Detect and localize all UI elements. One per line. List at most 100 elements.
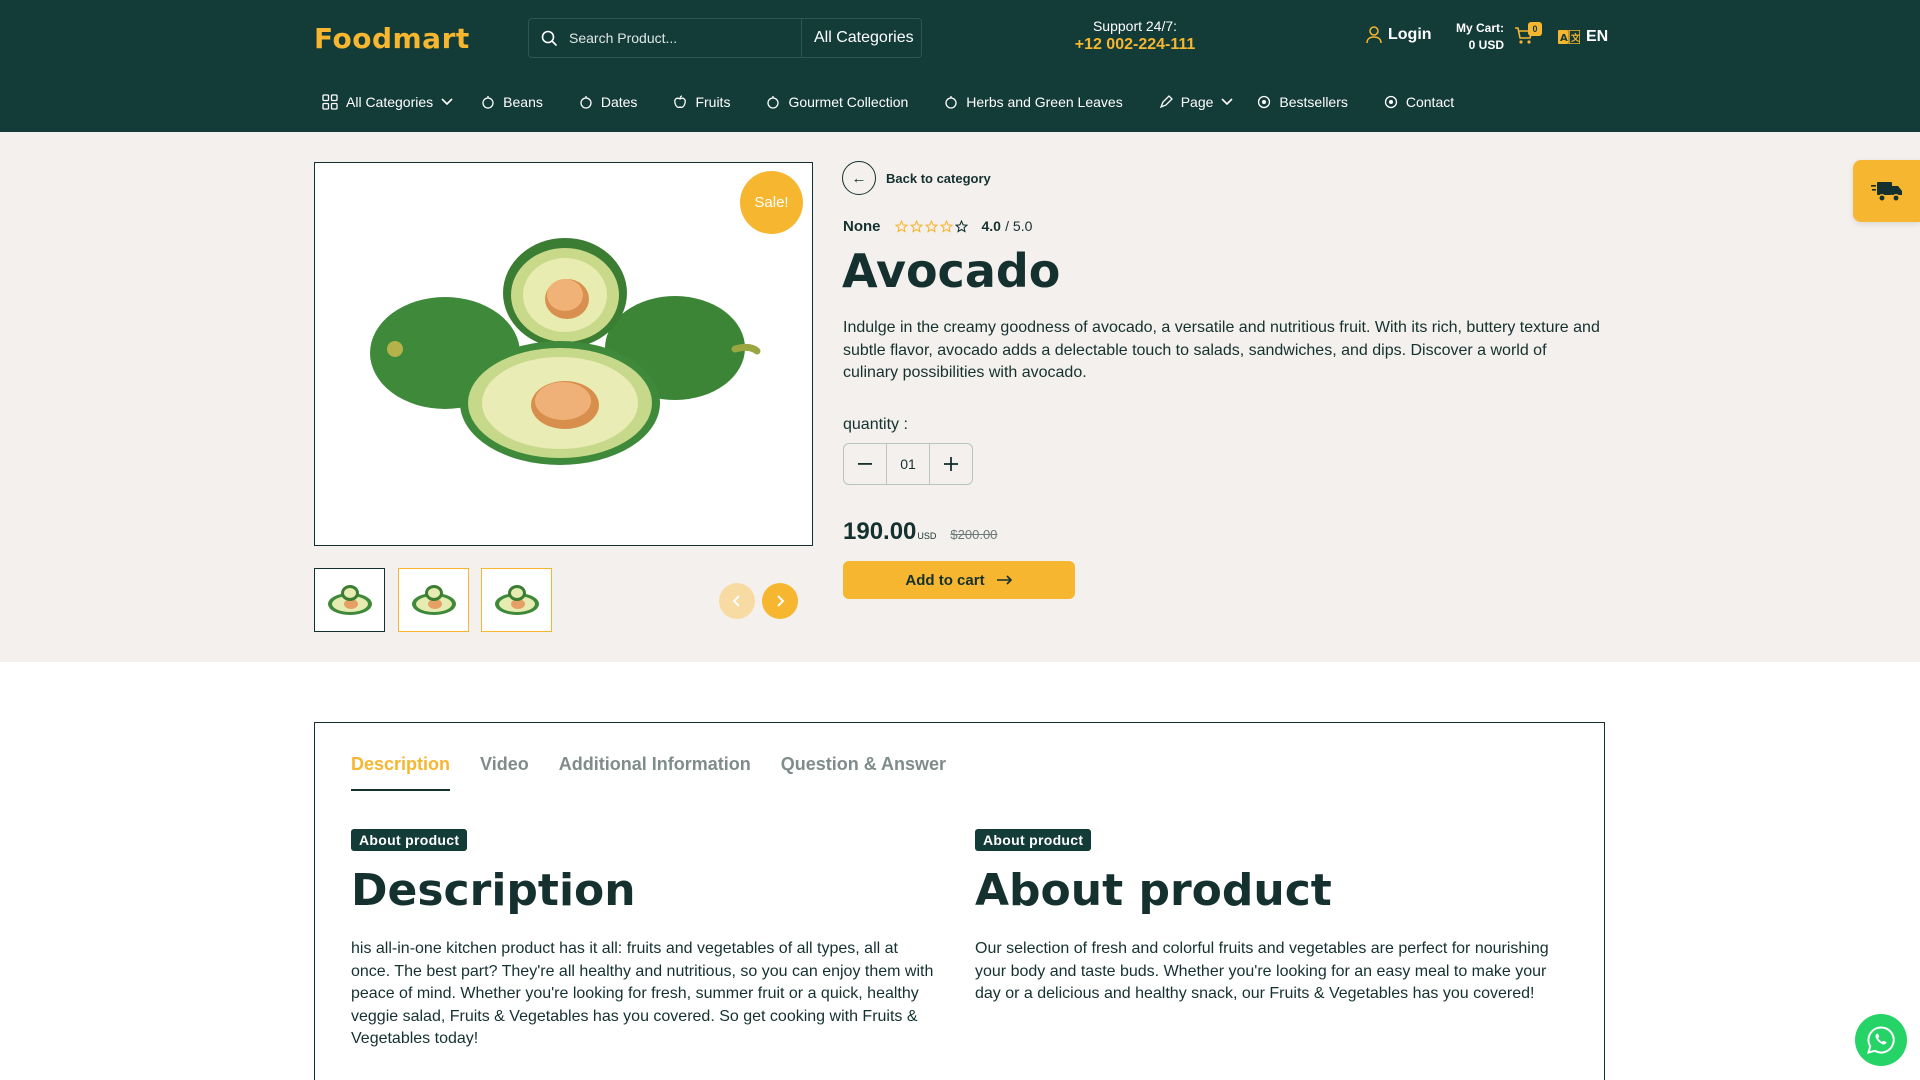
search-icon[interactable] [529, 30, 569, 46]
product-description: Indulge in the creamy goodness of avocad… [843, 319, 1600, 381]
whatsapp-button[interactable] [1855, 1014, 1907, 1066]
whatsapp-icon [1867, 1026, 1895, 1054]
sale-badge: Sale! [740, 171, 803, 234]
food-icon [767, 96, 780, 109]
quantity-decrease-button[interactable] [844, 444, 886, 484]
rating-score: 4.0 / 5.0 [982, 218, 1033, 235]
chevron-down-icon [441, 98, 453, 106]
nav-item-label: Herbs and Green Leaves [966, 94, 1123, 110]
star-icon [954, 220, 968, 233]
chevron-left-icon [732, 595, 740, 607]
about-product-pill: About product [351, 829, 468, 851]
nav-item-label: Fruits [695, 94, 731, 110]
quantity-stepper: 01 [843, 443, 973, 485]
tab-additional-information[interactable]: Additional Information [559, 754, 751, 791]
about-title: About product [975, 865, 1332, 916]
thumbnail-next-button[interactable] [762, 583, 798, 619]
about-column: About product About product Our selectio… [975, 829, 1565, 1006]
apple-icon [674, 95, 687, 109]
product-title: Avocado [842, 244, 1061, 298]
chevron-right-icon [777, 595, 785, 607]
product-thumbnail[interactable] [398, 568, 469, 632]
nav-item-gourmet-collection[interactable]: Gourmet Collection [766, 94, 908, 110]
product-thumbnail[interactable] [314, 568, 385, 632]
minus-icon [858, 463, 873, 465]
nav-item-dates[interactable]: Dates [579, 94, 637, 110]
nav-item-label: Beans [503, 94, 543, 110]
star-icon [894, 220, 908, 233]
product-main-image[interactable] [314, 162, 813, 546]
delivery-truck-button[interactable] [1853, 160, 1920, 222]
food-icon [482, 96, 494, 109]
quantity-increase-button[interactable] [930, 444, 972, 484]
nav-item-label: Bestsellers [1279, 94, 1348, 110]
brand-label: None [843, 218, 881, 235]
svg-text:A: A [1560, 33, 1568, 44]
user-icon [1366, 26, 1382, 44]
nav-item-contact[interactable]: Contact [1384, 94, 1454, 110]
nav-item-beans[interactable]: Beans [481, 94, 543, 110]
description-text: his all-in-one kitchen product has it al… [351, 940, 934, 1047]
nav-item-all-categories[interactable]: All Categories [322, 94, 453, 110]
search-box: All Categories [528, 18, 922, 58]
quantity-value[interactable]: 01 [886, 444, 930, 484]
food-icon [580, 96, 592, 109]
rating-row: None 4.0 / 5.0 [843, 218, 1032, 235]
nav-item-label: Gourmet Collection [788, 94, 909, 110]
nav-item-bestsellers[interactable]: Bestsellers [1257, 94, 1348, 110]
plus-icon [943, 457, 958, 471]
quantity-label: quantity : [843, 416, 908, 433]
price-row: 190.00 USD $200.00 [843, 518, 997, 546]
tab-question-answer[interactable]: Question & Answer [781, 754, 946, 791]
about-product-pill: About product [975, 829, 1092, 851]
star-icon [924, 220, 938, 233]
nav-item-label: All Categories [346, 94, 434, 110]
login-button[interactable]: Login [1366, 26, 1432, 44]
cart-summary[interactable]: My Cart: 0 USD [1452, 20, 1504, 54]
product-tabs: Description Video Additional Information… [351, 754, 946, 791]
search-category-select[interactable]: All Categories [801, 19, 921, 57]
product-thumbnail[interactable] [481, 568, 552, 632]
main-nav: All Categories Beans Dates Fruits Gourme… [322, 90, 1490, 114]
support-phone[interactable]: +12 002-224-111 [1060, 36, 1210, 54]
description-column: About product Description his all-in-one… [351, 829, 941, 1051]
cart-label: My Cart: [1455, 21, 1504, 35]
price: 190.00 [843, 518, 917, 545]
star-rating [894, 220, 968, 233]
circle-icon [1258, 95, 1271, 109]
nav-item-fruits[interactable]: Fruits [673, 94, 730, 110]
food-icon [945, 96, 957, 109]
circle-icon [1384, 95, 1398, 109]
description-title: Description [351, 865, 636, 916]
old-price: $200.00 [950, 527, 998, 542]
logo[interactable]: Foodmart [314, 22, 470, 55]
nav-item-label: Page [1180, 94, 1214, 110]
login-label: Login [1388, 26, 1432, 43]
cart-count-badge: 0 [1528, 22, 1542, 36]
nav-item-herbs[interactable]: Herbs and Green Leaves [944, 94, 1123, 110]
search-input[interactable] [569, 19, 809, 57]
arrow-left-icon: ← [842, 161, 876, 195]
tab-description[interactable]: Description [351, 754, 451, 791]
language-selector[interactable]: A文 EN [1558, 28, 1608, 46]
truck-icon [1870, 182, 1902, 202]
site-header: Foodmart All Categories Support 24/7: +1… [0, 0, 1920, 132]
cart-total: 0 USD [1468, 38, 1504, 52]
nav-item-page[interactable]: Page [1159, 94, 1234, 110]
about-text: Our selection of fresh and colorful frui… [975, 940, 1549, 1002]
translate-icon: A文 [1558, 30, 1580, 44]
support-label: Support 24/7: [1092, 18, 1178, 34]
pen-icon [1159, 95, 1173, 109]
nav-item-label: Contact [1405, 94, 1455, 110]
svg-text:文: 文 [1570, 32, 1580, 44]
back-to-category-link[interactable]: ← Back to category [842, 161, 991, 195]
rating-value: 4.0 [981, 218, 1001, 234]
arrow-right-icon [996, 575, 1012, 585]
tab-video[interactable]: Video [480, 754, 529, 791]
thumbnail-prev-button[interactable] [719, 583, 755, 619]
rating-max: / 5.0 [1005, 218, 1033, 234]
back-label: Back to category [886, 170, 991, 186]
price-currency: USD [917, 531, 937, 541]
add-to-cart-button[interactable]: Add to cart [843, 561, 1075, 599]
language-label: EN [1586, 28, 1609, 45]
